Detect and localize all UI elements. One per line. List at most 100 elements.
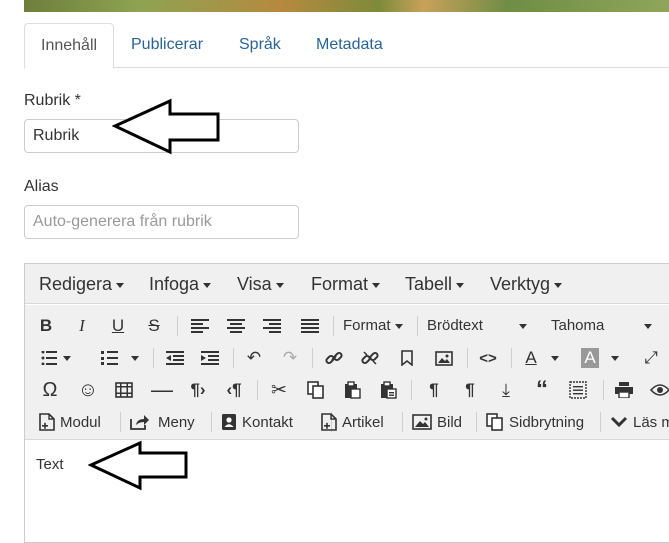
unlink-icon[interactable] (357, 345, 383, 371)
article-button-label: Artikel (342, 413, 384, 431)
cut-icon[interactable]: ✂ (266, 377, 292, 403)
underline-icon[interactable]: U (107, 313, 129, 339)
menu-tools[interactable]: Verktyg (490, 264, 563, 304)
block-format-select[interactable]: Brödtext (427, 313, 527, 339)
insert-datetime-icon[interactable]: ⤓ (493, 377, 519, 403)
chevron-down-icon (275, 282, 284, 288)
title-label: Rubrik * (24, 92, 81, 109)
tab-language[interactable]: Språk (223, 23, 297, 68)
pagebreak-button[interactable]: Sidbrytning (486, 409, 584, 435)
toolbar-divider (211, 412, 212, 432)
ltr-direction-icon[interactable]: ¶› (185, 377, 211, 403)
strikethrough-icon[interactable]: S (143, 313, 165, 339)
chevron-down-icon (116, 282, 125, 288)
tab-publishing[interactable]: Publicerar (115, 23, 219, 68)
menu-insert-label: Infoga (149, 274, 200, 294)
menu-button-label: Meny (158, 413, 195, 431)
tab-metadata[interactable]: Metadata (300, 23, 399, 68)
toolbar-divider (177, 316, 178, 336)
editor-toolbar: B I U S Format Brödtext Tahoma ↶ ↷ <> A … (25, 305, 669, 440)
block-format-label: Brödtext (427, 317, 483, 334)
image-button-label: Bild (437, 413, 463, 431)
redo-icon[interactable]: ↷ (277, 345, 303, 371)
align-right-icon[interactable] (259, 313, 285, 339)
italic-icon[interactable]: I (71, 313, 93, 339)
picture-icon (412, 414, 432, 430)
toolbar-divider (467, 348, 468, 368)
print-icon[interactable] (611, 377, 637, 403)
format-select[interactable]: Format (343, 313, 403, 339)
menu-edit[interactable]: Redigera (39, 264, 125, 304)
module-button[interactable]: Modul (39, 409, 101, 435)
menu-view[interactable]: Visa (237, 264, 284, 304)
rtl-direction-icon[interactable]: ‹¶ (221, 377, 247, 403)
menu-table[interactable]: Tabell (405, 264, 465, 304)
outdent-icon[interactable] (162, 345, 188, 371)
chevron-down-icon (610, 355, 619, 361)
editor-menubar: Redigera Infoga Visa Format Tabell Verkt… (25, 264, 669, 304)
image-icon[interactable] (431, 345, 457, 371)
readmore-button-label: Läs mer (633, 413, 669, 431)
font-family-select[interactable]: Tahoma (551, 313, 653, 339)
link-icon[interactable] (321, 345, 347, 371)
text-color-button[interactable]: A (519, 345, 565, 371)
bookmark-icon[interactable] (395, 345, 419, 371)
address-book-icon (222, 414, 236, 430)
file-plus-icon (321, 413, 337, 431)
tab-content[interactable]: Innehåll (24, 23, 115, 69)
article-button[interactable]: Artikel (321, 409, 384, 435)
module-button-label: Modul (60, 413, 101, 431)
horizontal-rule-icon[interactable]: — (149, 377, 175, 403)
paste-icon[interactable] (339, 377, 365, 403)
visual-chars-icon[interactable]: ¶ (457, 377, 483, 403)
indent-icon[interactable] (197, 345, 223, 371)
toolbar-divider (476, 412, 477, 432)
editor-content[interactable]: Text (36, 456, 64, 473)
image-insert-button[interactable]: Bild (412, 409, 462, 435)
toolbar-divider (417, 316, 418, 336)
text-color-icon: A (525, 348, 537, 367)
rich-text-editor: Redigera Infoga Visa Format Tabell Verkt… (24, 263, 669, 543)
menu-insert[interactable]: Infoga (149, 264, 212, 304)
format-select-label: Format (343, 317, 391, 334)
copy-icon[interactable] (303, 377, 329, 403)
chevron-down-icon (394, 323, 403, 329)
menu-view-label: Visa (237, 274, 272, 294)
align-center-icon[interactable] (223, 313, 249, 339)
preview-icon[interactable] (647, 377, 669, 403)
code-icon[interactable]: <> (475, 345, 501, 371)
toolbar-divider (511, 348, 512, 368)
media-icon[interactable] (111, 377, 137, 403)
menu-button[interactable]: Meny (130, 409, 195, 435)
show-blocks-icon[interactable]: ¶ (421, 377, 447, 403)
paste-as-text-icon[interactable] (375, 377, 401, 403)
align-left-icon[interactable] (187, 313, 213, 339)
special-character-icon[interactable]: Ω (37, 377, 63, 403)
numbered-list-icon[interactable] (101, 345, 141, 371)
template-icon[interactable] (565, 377, 591, 403)
annotation-arrow-editor (88, 440, 188, 491)
contact-button-label: Kontakt (242, 413, 293, 431)
toolbar-divider (257, 380, 258, 400)
header-image (24, 0, 669, 12)
blockquote-icon[interactable]: “ (529, 376, 555, 403)
tab-bar: Innehåll Publicerar Språk Metadata (24, 23, 669, 69)
bullet-list-icon[interactable] (39, 345, 73, 371)
chevron-down-icon (456, 282, 465, 288)
background-color-button[interactable]: A (577, 345, 623, 371)
fullscreen-icon[interactable]: ⤢ (639, 345, 663, 371)
toolbar-divider (120, 412, 121, 432)
alias-label: Alias (24, 178, 59, 195)
align-justify-icon[interactable] (297, 313, 323, 339)
bold-icon[interactable]: B (35, 313, 57, 339)
emoticon-icon[interactable]: ☺ (75, 377, 101, 403)
alias-input[interactable] (24, 205, 299, 239)
menu-format[interactable]: Format (311, 264, 381, 304)
background-color-icon: A (581, 348, 599, 368)
chevron-down-icon (372, 282, 381, 288)
undo-icon[interactable]: ↶ (241, 345, 267, 371)
readmore-button[interactable]: Läs mer (610, 409, 669, 435)
chevron-down-icon (610, 416, 628, 428)
contact-button[interactable]: Kontakt (221, 409, 293, 435)
toolbar-divider (411, 380, 412, 400)
